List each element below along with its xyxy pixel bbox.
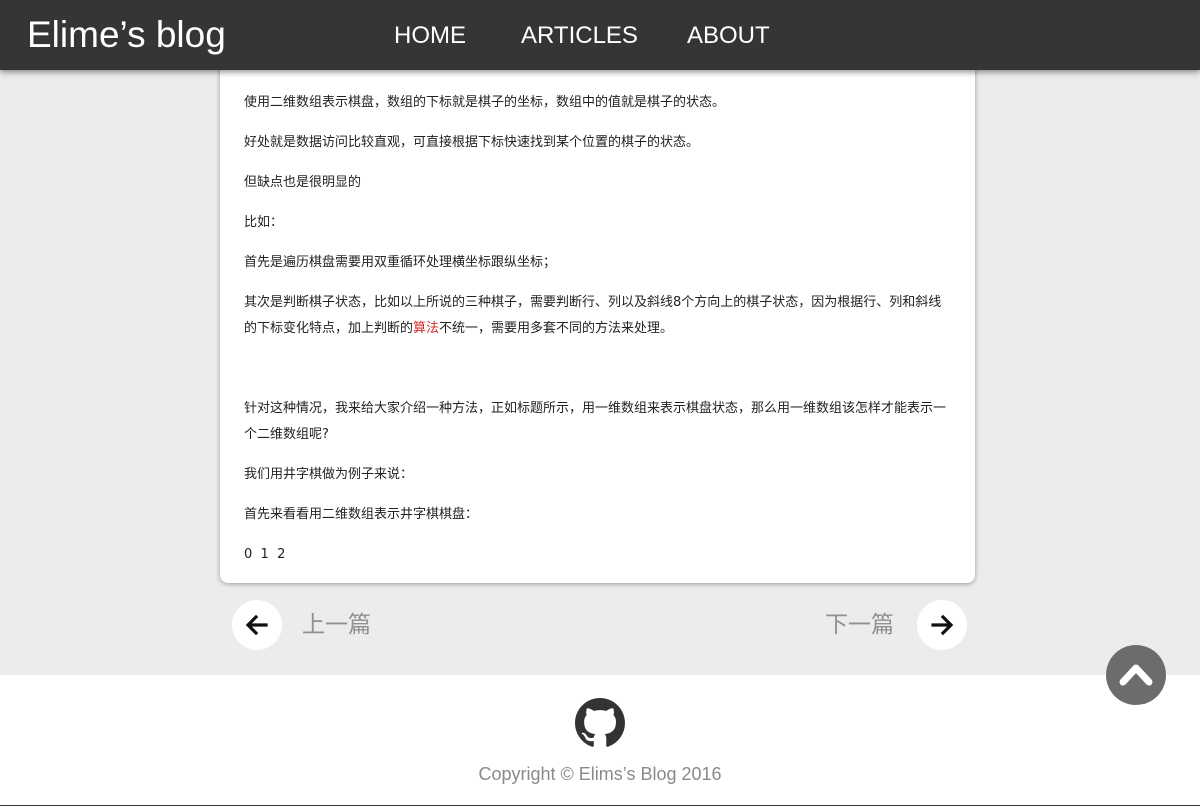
keyword-link-algorithm[interactable]: 算法: [413, 321, 439, 336]
site-header: Elime’s blog HOME ARTICLES ABOUT: [0, 0, 1200, 70]
article-paragraph: 比如：: [244, 215, 284, 230]
back-to-top-button[interactable]: [1106, 645, 1166, 705]
article-card: 使用二维数组表示棋盘，数组的下标就是棋子的坐标，数组中的值就是棋子的状态。 好处…: [220, 56, 975, 583]
article-paragraph: 针对这种情况，我来给大家介绍一种方法，正如标题所示，用一维数组来表示棋盘状态，那…: [244, 401, 947, 442]
site-footer: Copyright © Elims’s Blog 2016: [0, 675, 1200, 806]
github-link[interactable]: [575, 698, 625, 748]
article-paragraph: 首先来看看用二维数组表示井字棋棋盘：: [244, 507, 479, 522]
previous-post-button[interactable]: [232, 600, 282, 650]
article-paragraph: 但缺点也是很明显的: [244, 175, 362, 190]
board-index-row: 0 1 2: [244, 547, 286, 562]
article-paragraph: 好处就是数据访问比较直观，可直接根据下标快速找到某个位置的棋子的状态。: [244, 135, 700, 150]
article-paragraph: 首先是遍历棋盘需要用双重循环处理横坐标跟纵坐标；: [244, 255, 557, 270]
article-paragraph: 使用二维数组表示棋盘，数组的下标就是棋子的坐标，数组中的值就是棋子的状态。: [244, 95, 726, 110]
github-icon: [575, 698, 625, 747]
arrow-right-icon: [931, 614, 954, 636]
arrow-left-icon: [245, 614, 268, 636]
site-brand[interactable]: Elime’s blog: [27, 14, 226, 56]
article-paragraph: 其次是判断棋子状态，比如以上所说的三种棋子，需要判断行、列以及斜线8个方向上的棋…: [244, 290, 952, 342]
copyright-text: Copyright © Elims’s Blog 2016: [478, 764, 722, 784]
next-post-button[interactable]: [917, 600, 967, 650]
nav-home[interactable]: HOME: [394, 22, 466, 50]
previous-post-label[interactable]: 上一篇: [302, 610, 371, 640]
chevron-up-icon: [1119, 664, 1153, 686]
paragraph-text: 不统一，需要用多套不同的方法来处理。: [439, 321, 674, 336]
nav-articles[interactable]: ARTICLES: [521, 22, 638, 50]
nav-about[interactable]: ABOUT: [687, 22, 770, 50]
article-paragraph: 我们用井字棋做为例子来说：: [244, 467, 414, 482]
next-post-label[interactable]: 下一篇: [825, 610, 894, 640]
